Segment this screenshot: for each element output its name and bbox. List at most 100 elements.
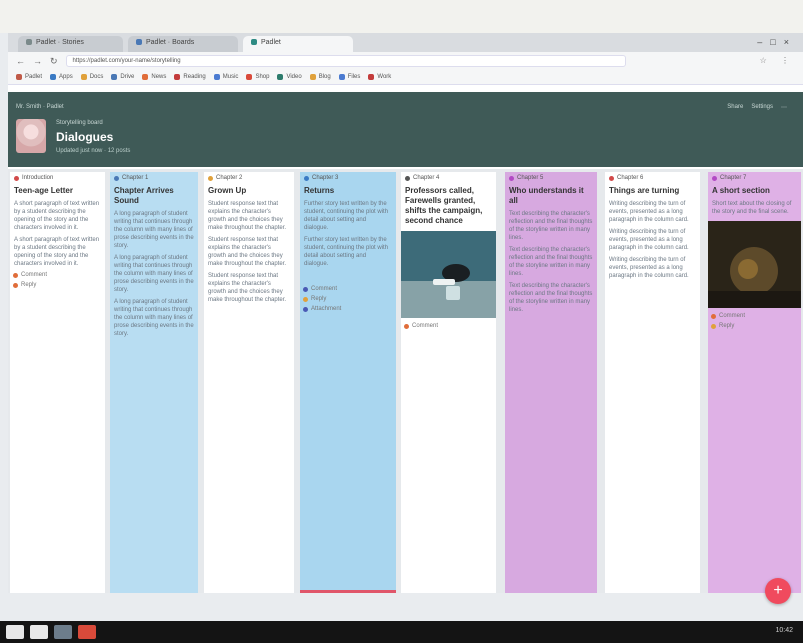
tab-favicon-icon [26,39,32,46]
browser-icon[interactable] [78,625,96,639]
post-image[interactable] [401,231,496,318]
browser-window: Padlet · Stories Padlet · Boards Padlet … [8,33,803,593]
post-body: Student response text that explains the … [208,201,287,231]
avatar [16,119,46,153]
column-header: Chapter 5 [505,172,597,184]
post-column[interactable]: Chapter 1 Chapter Arrives Sound A long p… [110,172,198,593]
author-dot-icon [509,175,514,181]
settings-button[interactable]: Settings [751,104,773,111]
bookmark-item[interactable]: Music [213,74,238,80]
forward-icon[interactable]: → [33,56,42,66]
post-title: Grown Up [208,186,247,195]
post-title: A short section [712,186,770,195]
author-dot-icon [14,175,19,181]
bookmark-item[interactable]: Blog [309,74,331,80]
board-meta: Updated just now · 12 posts [56,148,131,154]
post-body: Writing describing the turn of events, p… [609,201,689,223]
column-header: Chapter 2 [204,172,294,184]
reload-icon[interactable]: ↻ [50,56,58,67]
share-button[interactable]: Share [727,104,743,111]
comment-item[interactable]: Reply [708,321,801,331]
post-title: Returns [304,186,335,195]
post-body-continued: Further story text written by the studen… [304,237,389,267]
close-icon[interactable]: × [784,37,797,47]
comment-item[interactable]: Reply [300,294,396,304]
comment-item[interactable]: Attachment [300,304,396,314]
photo-icon [401,231,496,318]
post-body: Further story text written by the studen… [304,201,389,231]
board-header: Mr. Smith · Padlet Share Settings ⋯ Stor… [8,92,803,167]
file-explorer-icon[interactable] [54,625,72,639]
column-header: Chapter 6 [605,172,700,184]
post-body-continued: A long paragraph of student writing that… [114,255,194,293]
post-body: Text describing the character's reflecti… [509,211,593,241]
comment-item[interactable]: Comment [401,321,496,331]
back-icon[interactable]: ← [16,56,25,66]
post-column[interactable]: Chapter 4 Professors called, Farewells g… [401,172,496,593]
bookmark-item[interactable]: Shop [246,74,269,80]
comment-item[interactable]: Reply [10,280,105,290]
windows-start-icon[interactable] [6,625,24,639]
tab-strip: Padlet · Stories Padlet · Boards Padlet … [8,33,803,52]
post-body-continued: Text describing the character's reflecti… [509,283,593,313]
post-title: Teen-age Letter [14,186,73,195]
post-body-continued: Writing describing the turn of events, p… [609,257,689,279]
browser-tab-3[interactable]: Padlet [243,36,353,52]
url-bar[interactable]: https://padlet.com/your-name/storytellin… [65,55,626,67]
bookmark-item[interactable]: Drive [111,74,134,80]
bookmark-item[interactable]: News [142,74,166,80]
comment-item[interactable]: Comment [10,270,105,280]
tab-favicon-icon [251,39,257,46]
add-post-button[interactable]: + [765,578,791,604]
post-body: A short paragraph of text written by a s… [14,201,100,231]
post-title: Who understands it all [509,186,584,205]
post-image[interactable] [708,221,801,308]
post-column[interactable]: Chapter 5 Who understands it all Text de… [505,172,597,593]
header-actions: Share Settings ⋯ [727,104,787,111]
bookmark-item[interactable]: Reading [174,74,206,80]
column-header: Chapter 7 [708,172,801,184]
bookmark-item[interactable]: Docs [80,74,103,80]
column-header: Chapter 3 [300,172,396,184]
maximize-icon[interactable]: □ [770,37,783,47]
more-icon[interactable]: ⋯ [781,104,787,111]
page-title: Dialogues [56,130,114,144]
board-subtitle: Storytelling board [56,120,103,126]
minimize-icon[interactable]: – [757,37,770,47]
post-body-continued: Student response text that explains the … [208,237,287,267]
taskbar-clock: 10:42 [775,627,793,634]
task-view-icon[interactable] [30,625,48,639]
post-body-continued: Text describing the character's reflecti… [509,247,593,277]
bookmark-item[interactable]: Apps [50,74,73,80]
tab-label: Padlet · Stories [36,39,84,46]
bookmark-item[interactable]: Files [338,74,360,80]
photo-icon [708,221,801,308]
column-header: Introduction [10,172,105,184]
post-title: Professors called, Farewells granted, sh… [405,186,483,225]
tab-favicon-icon [136,39,142,46]
author-dot-icon [712,175,717,181]
taskbar: 10:42 [0,621,803,643]
browser-menu-icon[interactable]: ☆ ⋮ [760,56,795,65]
tab-label: Padlet · Boards [146,39,195,46]
post-column[interactable]: Chapter 7 A short section Short text abo… [708,172,801,593]
post-title: Things are turning [609,186,680,195]
bookmark-item[interactable]: Work [368,74,391,80]
comment-item[interactable]: Comment [300,284,396,294]
browser-tab-1[interactable]: Padlet · Stories [18,36,123,52]
post-body: Short text about the closing of the stor… [712,201,792,215]
column-header: Chapter 1 [110,172,198,184]
post-column[interactable]: Chapter 6 Things are turning Writing des… [605,172,700,593]
tab-label: Padlet [261,39,281,46]
browser-tab-2[interactable]: Padlet · Boards [128,36,238,52]
author-dot-icon [405,175,410,181]
post-body-continued: Student response text that explains the … [208,273,287,303]
bookmark-item[interactable]: Padlet [16,74,42,80]
post-column[interactable]: Chapter 3 Returns Further story text wri… [300,172,396,593]
post-column[interactable]: Chapter 2 Grown Up Student response text… [204,172,294,593]
author-dot-icon [609,175,614,181]
post-column[interactable]: Introduction Teen-age Letter A short par… [10,172,105,593]
screen-top-frame [0,0,803,33]
bookmark-item[interactable]: Video [277,74,302,80]
comment-item[interactable]: Comment [708,311,801,321]
